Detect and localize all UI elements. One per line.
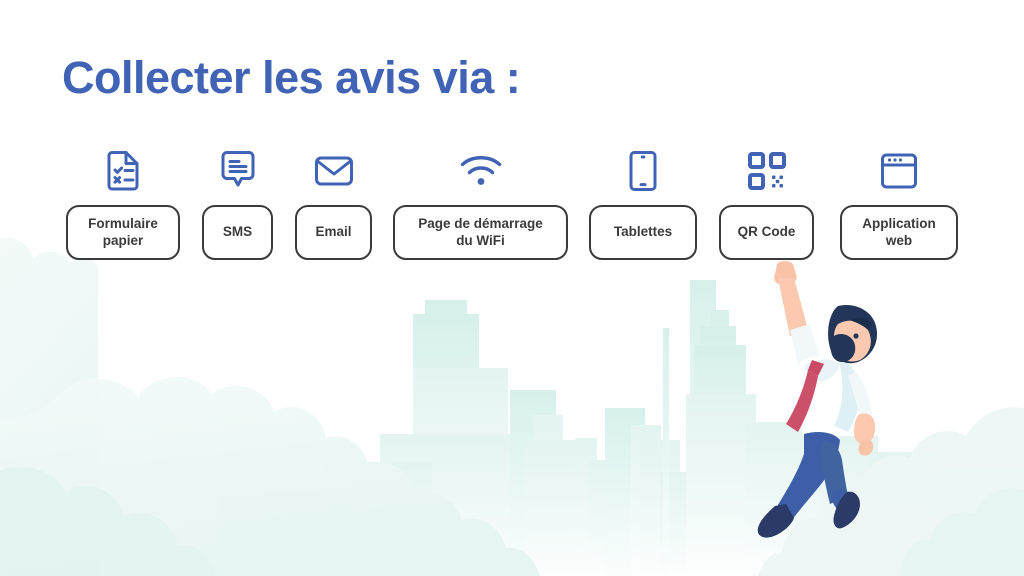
channel-box[interactable]: Application web [840,205,958,260]
cloud-left [0,237,540,576]
tablet-icon [628,148,658,194]
channel-sms[interactable]: SMS [202,148,273,260]
channel-box[interactable]: Page de démarrage du WiFi [393,205,568,260]
channel-box[interactable]: Formulaire papier [66,205,180,260]
shoes [757,491,860,538]
lowered-arm [848,372,876,456]
city-skyline [218,280,1024,576]
channel-wifi-landing-page[interactable]: Page de démarrage du WiFi [393,148,568,260]
cloud-right [758,407,1024,576]
channel-label: Application web [862,216,936,250]
channel-label: SMS [222,224,253,240]
man-jumping-illustration [757,261,878,538]
page-title: Collecter les avis via : [62,52,521,103]
channel-email[interactable]: Email [295,148,372,260]
channel-label-line1: Formulaire [88,215,158,231]
channel-label-line2: papier [102,232,144,248]
channel-label-line2: web [885,232,913,248]
channel-qr-code[interactable]: QR Code [719,148,814,260]
channel-box[interactable]: Email [295,205,372,260]
channel-label-line1: Application [862,215,936,231]
channel-label: QR Code [737,224,796,240]
channel-label: Tablettes [613,224,673,240]
head [828,304,878,364]
wifi-icon [459,148,503,194]
raised-arm [774,261,820,366]
channel-label: Formulaire papier [88,216,158,250]
channel-application-web[interactable]: Application web [840,148,958,260]
collection-channels-row: Formulaire papier SMS Email Page de déma… [0,148,1024,273]
channel-label: Page de démarrage du WiFi [418,216,543,250]
qr-code-icon [747,148,787,194]
channel-box[interactable]: QR Code [719,205,814,260]
envelope-icon [314,148,354,194]
torso-shirt [797,355,860,444]
legs-trousers [776,432,852,520]
necktie [786,360,824,432]
channel-label: Email [315,224,352,240]
channel-box[interactable]: Tablettes [589,205,697,260]
channel-label-line2: du WiFi [456,232,505,248]
speech-bubble-lines-icon [218,148,258,194]
channel-label-line1: Page de démarrage [418,215,543,231]
document-check-x-icon [105,148,141,194]
channel-tablettes[interactable]: Tablettes [589,148,697,260]
channel-box[interactable]: SMS [202,205,273,260]
slide-canvas: Collecter les avis via : Formulaire papi… [0,0,1024,576]
browser-window-icon [880,148,918,194]
channel-formulaire-papier[interactable]: Formulaire papier [66,148,180,260]
